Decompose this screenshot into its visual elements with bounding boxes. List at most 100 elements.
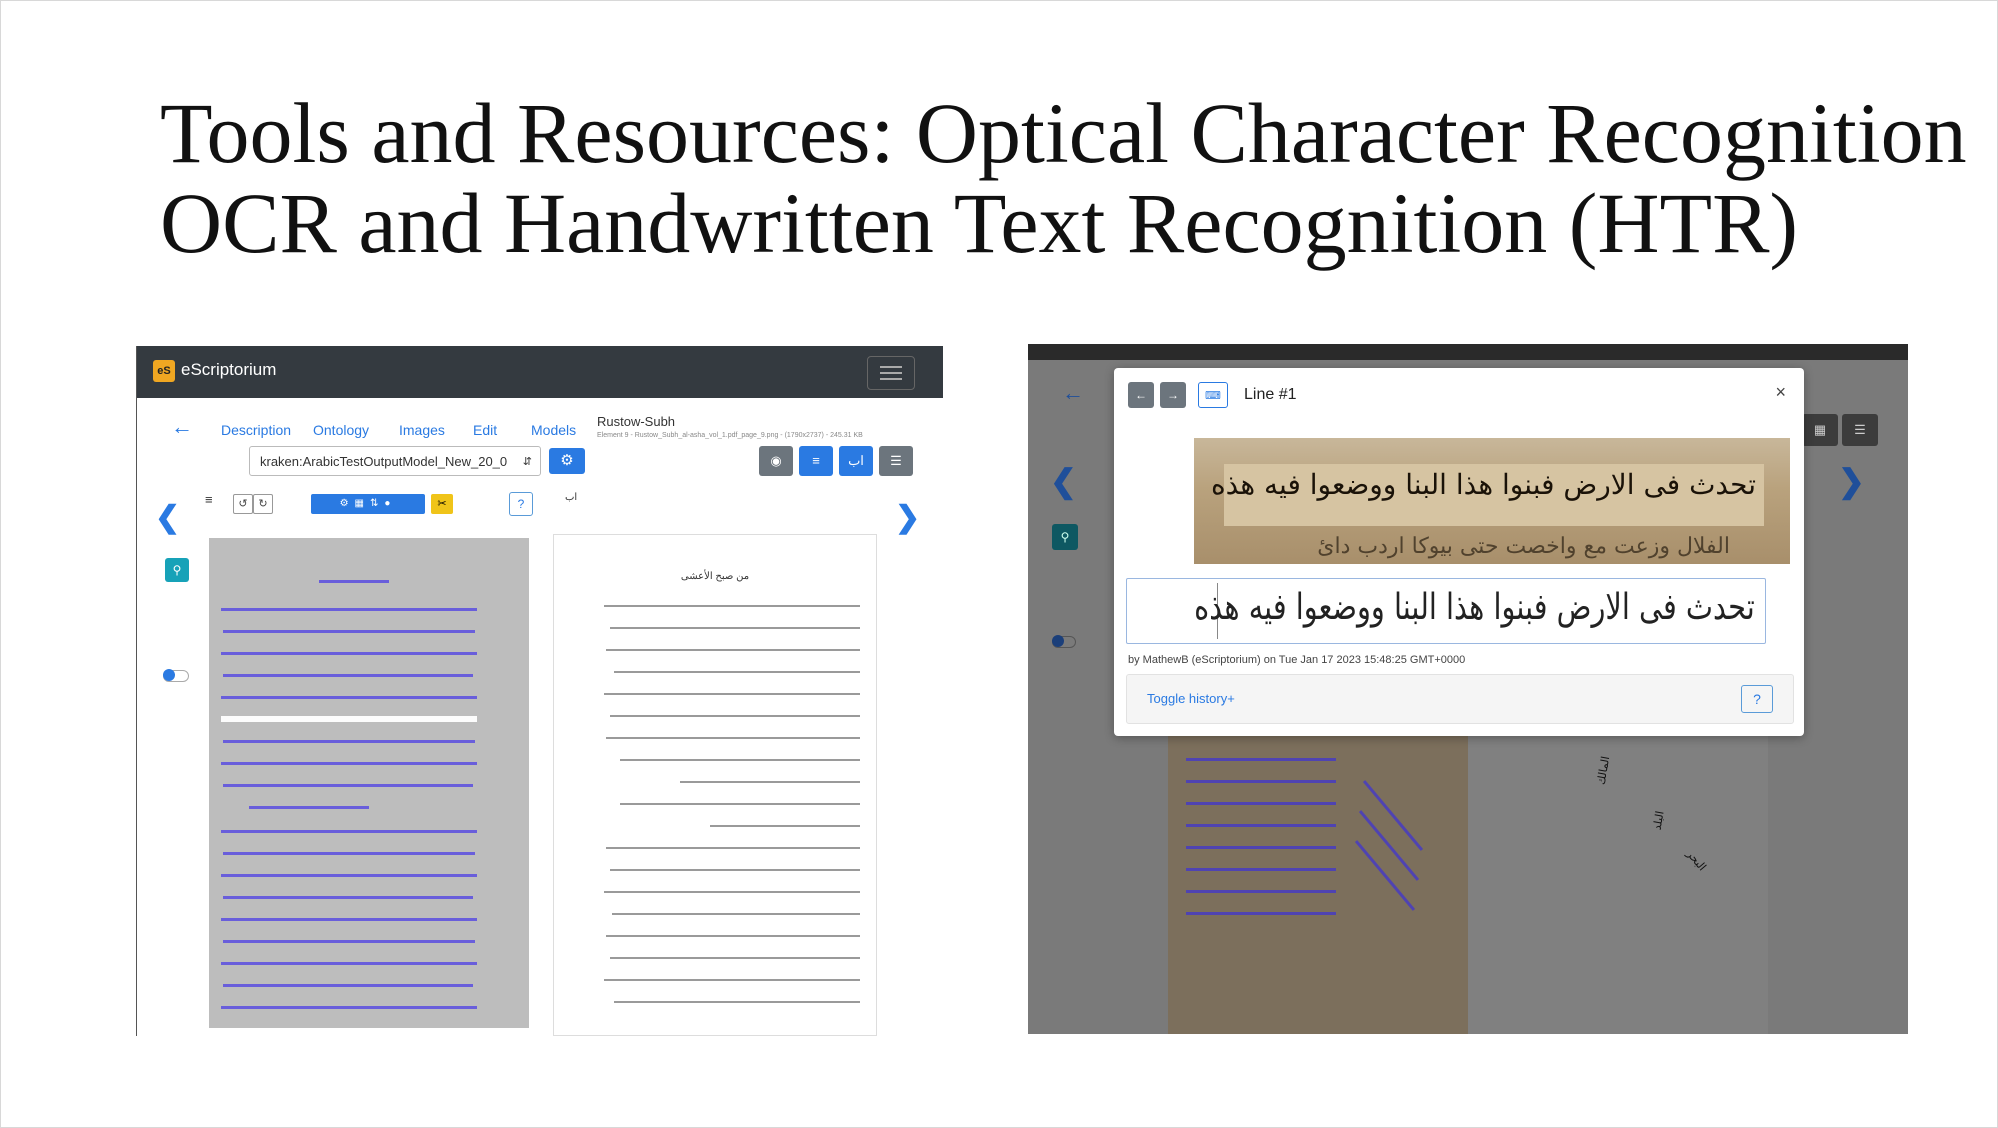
hamburger-menu-icon[interactable] — [867, 356, 915, 390]
line-image-crop: تحدث فى الارض فبنوا هذا البنا ووضعوا فيه… — [1194, 438, 1790, 564]
diplomatic-panel-button[interactable]: ☰ — [879, 446, 913, 476]
transcription-line[interactable] — [606, 847, 860, 849]
transcription-panel-button[interactable]: اب — [839, 446, 873, 476]
settings-gear-button[interactable]: ⚙ — [549, 448, 585, 474]
baseline[interactable] — [1362, 780, 1424, 851]
baseline[interactable] — [1186, 890, 1336, 893]
baseline[interactable] — [1186, 780, 1336, 783]
next-page-chevron-icon[interactable]: ❯ — [1838, 462, 1865, 500]
back-arrow-icon[interactable]: ← — [171, 414, 193, 440]
transcription-line[interactable] — [710, 825, 860, 827]
transcription-line[interactable] — [606, 737, 860, 739]
baseline[interactable] — [1186, 868, 1336, 871]
baseline[interactable] — [1358, 810, 1420, 881]
brand-logo-icon[interactable]: eS — [153, 360, 175, 382]
transcription-panel-button[interactable]: ▦ — [1802, 414, 1838, 446]
zoom-icon[interactable]: ⚲ — [1052, 524, 1078, 550]
baseline[interactable] — [1186, 846, 1336, 849]
baseline[interactable] — [249, 806, 369, 809]
previous-line-icon[interactable]: ← — [1128, 382, 1154, 408]
transcription-line[interactable] — [620, 759, 860, 761]
baseline[interactable] — [1186, 912, 1336, 915]
tab-edit[interactable]: Edit — [473, 422, 497, 438]
segmentation-tools-group[interactable]: ⚙▦⇅● — [311, 494, 425, 514]
tab-images[interactable]: Images — [399, 422, 445, 438]
transcription-line[interactable] — [606, 935, 860, 937]
baseline[interactable] — [319, 580, 389, 583]
prev-page-chevron-icon[interactable]: ❮ — [1050, 462, 1077, 500]
visibility-eye-button[interactable]: ◉ — [759, 446, 793, 476]
transcription-line[interactable] — [610, 869, 860, 871]
selected-line[interactable] — [221, 716, 477, 722]
baseline[interactable] — [223, 740, 475, 743]
baseline[interactable] — [221, 918, 477, 921]
tab-ontology[interactable]: Ontology — [313, 422, 369, 438]
mode-toggle[interactable] — [163, 669, 189, 682]
transcription-line[interactable] — [604, 891, 860, 893]
segmentation-panel-button[interactable]: ≡ — [799, 446, 833, 476]
transcription-line[interactable] — [614, 671, 860, 673]
transcription-line[interactable] — [610, 627, 860, 629]
close-icon[interactable]: × — [1775, 382, 1786, 403]
baseline[interactable] — [221, 874, 477, 877]
transcription-line[interactable] — [620, 803, 860, 805]
redo-icon[interactable]: ↻ — [253, 494, 273, 514]
cut-icon[interactable]: ✂ — [431, 494, 453, 514]
baseline[interactable] — [221, 652, 477, 655]
baseline[interactable] — [223, 852, 475, 855]
document-meta: Element 9 - Rustow_Subh_al-asha_vol_1.pd… — [597, 432, 863, 439]
manuscript-image[interactable] — [209, 538, 529, 1028]
baseline[interactable] — [1186, 758, 1336, 761]
prev-page-chevron-icon[interactable]: ❮ — [155, 500, 180, 535]
align-lines-icon[interactable]: ≡ — [205, 492, 213, 507]
transcription-line[interactable] — [606, 649, 860, 651]
transcription-line[interactable] — [612, 913, 860, 915]
baseline[interactable] — [221, 762, 477, 765]
baseline[interactable] — [221, 696, 477, 699]
help-button[interactable]: ? — [1741, 685, 1773, 713]
undo-icon[interactable]: ↺ — [233, 494, 253, 514]
transcription-line[interactable] — [614, 1001, 860, 1003]
baseline[interactable] — [221, 962, 477, 965]
tab-models[interactable]: Models — [531, 422, 576, 438]
model-select[interactable]: kraken:ArabicTestOutputModel_New_20_0 ⇵ — [249, 446, 541, 476]
baseline[interactable] — [223, 630, 475, 633]
zoom-icon[interactable]: ⚲ — [165, 558, 189, 582]
manuscript-image[interactable] — [1168, 734, 1468, 1034]
baseline[interactable] — [223, 940, 475, 943]
toggle-history-link[interactable]: Toggle history+ — [1147, 691, 1235, 706]
transcription-text[interactable]: تحدث فى الارض فبنوا هذا البنا ووضعوا فيه… — [1194, 587, 1755, 628]
back-arrow-icon[interactable]: ← — [1062, 380, 1084, 406]
help-button[interactable]: ? — [509, 492, 533, 516]
tab-description[interactable]: Description — [221, 422, 291, 438]
slide-title: Tools and Resources: Optical Character R… — [160, 88, 1967, 268]
baseline[interactable] — [223, 784, 473, 787]
transcription-input[interactable]: تحدث فى الارض فبنوا هذا البنا ووضعوا فيه… — [1126, 578, 1766, 644]
baseline[interactable] — [223, 896, 473, 899]
baseline[interactable] — [221, 608, 477, 611]
baseline[interactable] — [223, 674, 473, 677]
baseline[interactable] — [223, 984, 473, 987]
transcription-panel[interactable]: من صبح الأعشى — [553, 534, 877, 1036]
next-page-chevron-icon[interactable]: ❯ — [895, 500, 920, 535]
text-direction-icon[interactable]: اب — [565, 492, 577, 503]
diplomatic-text-area[interactable]: المالك البلد البحر — [1468, 734, 1768, 1034]
next-line-icon[interactable]: → — [1160, 382, 1186, 408]
brand-name[interactable]: eScriptorium — [181, 360, 276, 380]
baseline[interactable] — [221, 830, 477, 833]
baseline[interactable] — [1186, 824, 1336, 827]
baseline[interactable] — [1186, 802, 1336, 805]
transcription-line[interactable] — [680, 781, 860, 783]
transcription-line[interactable] — [604, 605, 860, 607]
transcription-line[interactable] — [604, 693, 860, 695]
mode-toggle[interactable] — [1052, 635, 1076, 648]
baseline[interactable] — [1354, 840, 1416, 911]
virtual-keyboard-icon[interactable]: ⌨ — [1198, 382, 1228, 408]
baseline[interactable] — [221, 1006, 477, 1009]
transcription-line[interactable] — [610, 957, 860, 959]
rotated-text-block: البلد — [1650, 809, 1667, 832]
transcription-line[interactable] — [604, 979, 860, 981]
rotated-text-block: المالك — [1594, 755, 1613, 786]
transcription-line[interactable] — [610, 715, 860, 717]
diplomatic-panel-button[interactable]: ☰ — [1842, 414, 1878, 446]
